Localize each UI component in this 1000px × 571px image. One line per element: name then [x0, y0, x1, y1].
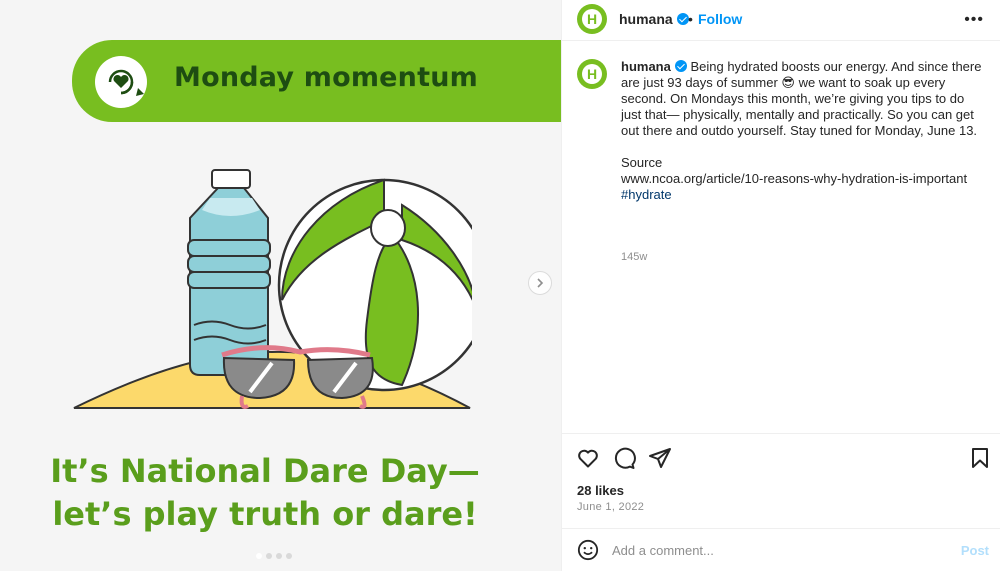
carousel-dot — [286, 553, 292, 559]
post-media: Monday momentum It’s National Dare Day— … — [0, 0, 561, 571]
chevron-right-icon — [537, 278, 544, 288]
more-options-icon[interactable]: ••• — [964, 11, 984, 29]
comment-body: humana Being hydrated boosts our energy.… — [621, 59, 986, 203]
banner-title: Monday momentum — [174, 62, 478, 93]
header-username-text[interactable]: humana — [619, 11, 673, 27]
hydration-illustration — [73, 169, 472, 409]
separator-dot: • — [688, 11, 693, 27]
comment-username[interactable]: humana — [621, 59, 671, 74]
post-image-caption: It’s National Dare Day— let’s play truth… — [0, 450, 530, 536]
bookmark-icon[interactable] — [968, 446, 992, 470]
follow-button[interactable]: Follow — [698, 11, 742, 27]
caption-line-1: It’s National Dare Day— — [50, 452, 480, 490]
caption-text: humana Being hydrated boosts our energy.… — [621, 59, 986, 139]
post-side-panel: H humana • Follow ••• H humana Being hyd… — [561, 0, 1000, 571]
carousel-dot — [266, 553, 272, 559]
action-bar — [562, 433, 1000, 483]
comment-timestamp: 145w — [621, 251, 648, 263]
verified-badge-icon — [674, 60, 687, 72]
source-label: Source — [621, 155, 663, 170]
header-username[interactable]: humana — [619, 11, 689, 27]
caption-comment: H humana Being hydrated boosts our energ… — [562, 41, 1000, 433]
likes-count[interactable]: 28 likes — [577, 483, 624, 498]
emoji-icon[interactable] — [577, 539, 599, 561]
add-comment-bar: Post — [562, 528, 1000, 571]
source-url: www.ncoa.org/article/10-reasons-why-hydr… — [621, 171, 968, 186]
water-bottle-icon — [187, 169, 271, 376]
carousel-indicator — [256, 553, 292, 559]
heart-icon[interactable] — [576, 446, 600, 470]
avatar[interactable]: H — [577, 4, 607, 34]
comment-icon[interactable] — [612, 446, 636, 470]
monday-momentum-banner: Monday momentum — [72, 40, 561, 122]
avatar[interactable]: H — [577, 59, 607, 89]
post-date: June 1, 2022 — [577, 501, 645, 513]
comment-input[interactable] — [612, 539, 942, 561]
post-header: H humana • Follow ••• — [562, 0, 1000, 41]
share-icon[interactable] — [648, 446, 672, 470]
humana-logo-icon: H — [582, 64, 602, 84]
caption-message: Being hydrated boosts our energy. And si… — [621, 59, 982, 138]
humana-logo-icon: H — [582, 9, 602, 29]
carousel-dot — [276, 553, 282, 559]
heart-cycle-logo-icon — [95, 56, 147, 108]
post-comment-button[interactable]: Post — [961, 543, 989, 558]
verified-badge-icon — [676, 13, 689, 25]
hashtag-link[interactable]: #hydrate — [621, 187, 986, 203]
caption-line-2: let’s play truth or dare! — [52, 495, 478, 533]
carousel-dot — [256, 553, 262, 559]
beach-ball-icon — [277, 178, 472, 392]
carousel-next-button[interactable] — [528, 271, 552, 295]
